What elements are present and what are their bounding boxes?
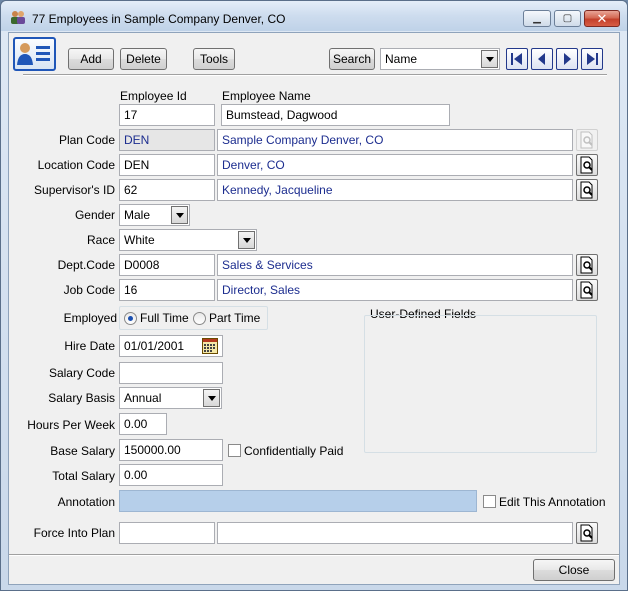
race-label: Race (86, 233, 115, 247)
employee-form-panel: Add Delete Tools Search Name Employee Id… (8, 32, 620, 585)
calendar-grid-icon (202, 338, 218, 354)
race-value: White (124, 233, 155, 247)
chevron-down-icon (171, 206, 188, 224)
close-window-button[interactable]: ✕ (584, 10, 620, 27)
employee-id-field[interactable]: 17 (119, 104, 215, 126)
employed-label: Employed (63, 311, 117, 325)
total-salary-field[interactable]: 0.00 (119, 464, 223, 486)
location-name-field: Denver, CO (217, 154, 573, 176)
window-title: 77 Employees in Sample Company Denver, C… (32, 12, 286, 26)
person-list-icon (17, 43, 50, 65)
footer-separator (9, 554, 619, 556)
tools-button[interactable]: Tools (193, 48, 235, 70)
job-name-field: Director, Sales (217, 279, 573, 301)
salary-basis-value: Annual (124, 391, 162, 405)
total-salary-label: Total Salary (52, 469, 115, 483)
dept-code-field[interactable]: D0008 (119, 254, 215, 276)
employee-name-field[interactable]: Bumstead, Dagwood (221, 104, 450, 126)
people-icon (11, 11, 25, 24)
confidentially-paid-label[interactable]: Confidentially Paid (244, 444, 343, 458)
last-icon (587, 53, 598, 65)
job-lookup-button[interactable] (576, 279, 598, 301)
gender-value: Male (124, 208, 151, 222)
confidentially-paid-checkbox[interactable] (228, 444, 241, 457)
plan-code-label: Plan Code (58, 133, 115, 147)
plan-code-field: DEN (119, 129, 215, 151)
document-search-icon (580, 131, 593, 149)
full-time-radio[interactable] (124, 312, 137, 325)
full-time-label[interactable]: Full Time (140, 311, 189, 325)
close-button[interactable]: Close (533, 559, 615, 581)
location-lookup-button[interactable] (576, 154, 598, 176)
next-icon (564, 53, 571, 65)
minimize-button[interactable]: ▁ (523, 10, 551, 27)
part-time-label[interactable]: Part Time (209, 311, 260, 325)
next-record-button[interactable] (556, 48, 578, 70)
employee-name-header: Employee Name (222, 89, 311, 103)
search-field-value: Name (385, 52, 418, 66)
gender-label: Gender (74, 208, 115, 222)
calendar-icon[interactable] (202, 338, 218, 354)
salary-basis-label: Salary Basis (48, 391, 115, 405)
dept-lookup-button[interactable] (576, 254, 598, 276)
chevron-down-icon (203, 389, 220, 407)
hire-date-label: Hire Date (64, 339, 115, 353)
title-bar[interactable]: 77 Employees in Sample Company Denver, C… (1, 1, 627, 31)
employee-id-header: Employee Id (120, 89, 187, 103)
add-button[interactable]: Add (68, 48, 114, 70)
previous-record-button[interactable] (531, 48, 553, 70)
supervisor-lookup-button[interactable] (576, 179, 598, 201)
supervisor-id-field[interactable]: 62 (119, 179, 215, 201)
edit-annotation-checkbox[interactable] (483, 495, 496, 508)
first-record-button[interactable] (506, 48, 528, 70)
search-field-select[interactable]: Name (380, 48, 500, 70)
employee-list-icon[interactable] (13, 37, 56, 71)
first-icon (511, 53, 522, 65)
base-salary-field[interactable]: 150000.00 (119, 439, 223, 461)
dept-name-field: Sales & Services (217, 254, 573, 276)
force-into-plan-label: Force Into Plan (33, 526, 115, 540)
document-search-icon (580, 524, 593, 542)
annotation-label: Annotation (57, 495, 115, 509)
part-time-radio[interactable] (193, 312, 206, 325)
document-search-icon (580, 281, 593, 299)
chevron-down-icon (481, 50, 498, 68)
annotation-field[interactable] (119, 490, 477, 512)
hours-per-week-field[interactable]: 0.00 (119, 413, 167, 435)
hire-date-value: 01/01/2001 (124, 339, 185, 353)
maximize-button[interactable]: ▢ (554, 10, 581, 27)
user-defined-fields-group (364, 315, 597, 453)
plan-name-field: Sample Company Denver, CO (217, 129, 573, 151)
search-button[interactable]: Search (329, 48, 375, 70)
supervisor-id-label: Supervisor's ID (34, 183, 115, 197)
force-plan-name-field (217, 522, 573, 544)
gender-select[interactable]: Male (119, 204, 190, 226)
document-search-icon (580, 256, 593, 274)
edit-annotation-label[interactable]: Edit This Annotation (499, 495, 606, 509)
race-select[interactable]: White (119, 229, 257, 251)
salary-code-label: Salary Code (48, 366, 115, 380)
salary-basis-select[interactable]: Annual (119, 387, 222, 409)
location-code-label: Location Code (37, 158, 115, 172)
salary-code-field[interactable] (119, 362, 223, 384)
employees-window: 77 Employees in Sample Company Denver, C… (0, 0, 628, 591)
delete-button[interactable]: Delete (120, 48, 167, 70)
force-plan-code-field[interactable] (119, 522, 215, 544)
last-record-button[interactable] (581, 48, 603, 70)
previous-icon (538, 53, 545, 65)
supervisor-name-field: Kennedy, Jacqueline (217, 179, 573, 201)
dept-code-label: Dept.Code (57, 258, 115, 272)
chevron-down-icon (238, 231, 255, 249)
force-plan-lookup-button[interactable] (576, 522, 598, 544)
document-search-icon (580, 156, 593, 174)
document-search-icon (580, 181, 593, 199)
location-code-field[interactable]: DEN (119, 154, 215, 176)
base-salary-label: Base Salary (50, 444, 115, 458)
plan-lookup-button (576, 129, 598, 151)
job-code-field[interactable]: 16 (119, 279, 215, 301)
hours-per-week-label: Hours Per Week (27, 418, 115, 432)
toolbar-separator (23, 74, 607, 76)
job-code-label: Job Code (63, 283, 115, 297)
